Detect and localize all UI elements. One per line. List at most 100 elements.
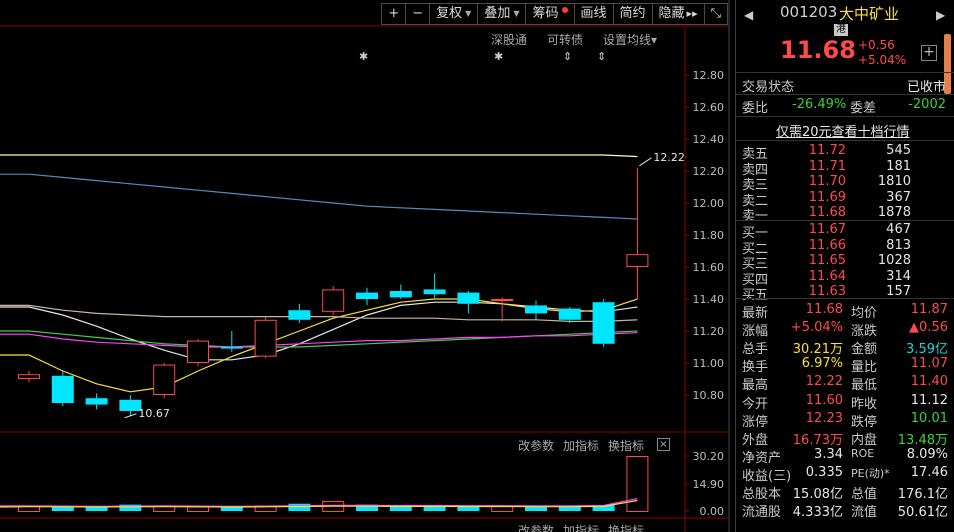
stat-label: 最新	[742, 306, 769, 321]
level2-promo-link[interactable]: 仅需20元查看十档行情	[776, 121, 910, 140]
divider	[736, 72, 954, 73]
bid-row-volume: 1028	[877, 253, 911, 268]
event-updown-icon[interactable]: ⇕	[597, 50, 606, 63]
stat-value: 50.61亿	[897, 505, 948, 521]
stat-value: 30.21万	[792, 342, 843, 358]
candle-body	[558, 308, 581, 320]
candle-body	[457, 292, 480, 304]
stat-value: 8.09%	[906, 446, 948, 462]
ask-row-volume: 181	[886, 158, 911, 174]
stat-value: 15.08亿	[792, 487, 843, 502]
divider	[736, 220, 954, 221]
event-star-icon[interactable]: ✱	[359, 50, 368, 63]
divider	[736, 94, 954, 95]
stat-label: ROE	[851, 446, 875, 460]
stat-label: 流通股	[742, 505, 782, 521]
candle	[423, 273, 446, 299]
bid-row-price: 11.67	[808, 222, 846, 237]
divider	[736, 298, 954, 299]
chevron-down-icon: ▾	[651, 33, 658, 47]
price-change-pct: +5.04%	[858, 53, 907, 67]
close-indicator-icon[interactable]: ×	[657, 438, 670, 451]
jiazhibiao-link-2[interactable]: 加指标	[563, 522, 599, 532]
stat-value: 11.68	[805, 302, 843, 317]
candle-body	[187, 340, 209, 364]
stat-label: 涨跌	[851, 324, 878, 340]
divider	[736, 116, 954, 117]
stat-value: 176.1亿	[897, 487, 948, 502]
candle	[389, 284, 412, 299]
stock-name: 大中矿业	[839, 5, 900, 23]
stat-label: 内盘	[851, 432, 878, 448]
stat-value: 0.335	[805, 464, 843, 480]
candle-body	[85, 398, 108, 405]
vol-tick-label: 30.20	[693, 450, 725, 463]
y-tick-label: 12.80	[693, 69, 725, 82]
gaicanshu-link[interactable]: 改参数	[518, 437, 554, 454]
stock-code: 001203	[780, 3, 838, 21]
price-change: +0.56	[858, 38, 895, 52]
huanzhibiao-link[interactable]: 换指标	[608, 437, 644, 454]
candle-body	[288, 310, 311, 320]
candle-body	[389, 291, 412, 298]
stat-label: 净资产	[742, 450, 782, 466]
candle-body	[356, 292, 378, 299]
y-tick-label: 10.80	[693, 389, 725, 402]
next-stock-icon[interactable]: ▶	[936, 8, 945, 22]
stat-value: +5.04%	[790, 320, 843, 336]
stat-label: 昨收	[851, 396, 878, 412]
stat-value: 12.23	[805, 410, 843, 426]
weibi-label: 委比	[742, 101, 769, 116]
shengutong-link[interactable]: 深股通	[491, 31, 527, 48]
stat-label: 换手	[742, 360, 769, 376]
stat-label: 今开	[742, 396, 769, 412]
y-tick-label: 12.00	[693, 197, 725, 210]
add-watchlist-button[interactable]: +	[921, 45, 937, 61]
vol-tick-label: 14.90	[693, 478, 725, 491]
candle	[356, 287, 378, 306]
ma-line-MA-green	[0, 330, 638, 348]
bid-row-price: 11.63	[808, 284, 846, 299]
stat-value: 4.333亿	[792, 505, 843, 521]
bid-row-price: 11.66	[808, 237, 846, 253]
candle	[85, 393, 108, 410]
stat-label: PE(动)*	[851, 466, 890, 480]
last-price: 11.68	[780, 36, 856, 64]
stat-value: 3.34	[814, 446, 843, 462]
y-tick-label: 11.60	[693, 261, 725, 274]
bid-row-volume: 813	[886, 237, 911, 253]
volume-panel: 30.20 14.90 0.00	[0, 450, 724, 518]
stat-label: 最低	[851, 378, 878, 394]
moving-average-lines	[0, 154, 638, 393]
shezhi-junxian-link[interactable]: 设置均线▾	[603, 31, 657, 48]
volume-bar	[491, 505, 514, 513]
stat-label: 涨幅	[742, 324, 769, 340]
stat-value: 6.97%	[801, 356, 843, 372]
stat-value: ▲0.56	[909, 320, 948, 336]
y-tick-label: 11.40	[693, 293, 725, 306]
candle-body	[254, 319, 277, 357]
ask-row-price: 11.68	[808, 205, 846, 220]
kezhuanzhai-link[interactable]: 可转债	[547, 31, 583, 48]
candle	[187, 339, 209, 367]
jiazhibiao-link[interactable]: 加指标	[563, 437, 599, 454]
ask-row-price: 11.72	[808, 143, 846, 158]
event-star-icon[interactable]: ✱	[494, 50, 503, 63]
candle-body	[626, 254, 649, 267]
bid-row-price: 11.65	[808, 253, 846, 268]
candle-body	[525, 305, 547, 314]
y-tick-label: 12.60	[693, 101, 725, 114]
candle	[457, 291, 480, 314]
stat-value: 17.46	[910, 464, 948, 480]
prev-stock-icon[interactable]: ◀	[744, 8, 753, 22]
event-updown-icon[interactable]: ⇕	[563, 50, 572, 63]
bid-row-label: 买五	[742, 288, 769, 303]
candle-body	[18, 374, 40, 380]
candle	[592, 299, 615, 347]
stat-label: 总值	[851, 487, 878, 502]
ask-row-volume: 545	[886, 143, 911, 158]
ask-row-volume: 367	[886, 189, 911, 205]
huanzhibiao-link-2[interactable]: 换指标	[608, 522, 644, 532]
candle-body	[220, 347, 243, 349]
gaicanshu-link-2[interactable]: 改参数	[518, 522, 554, 532]
